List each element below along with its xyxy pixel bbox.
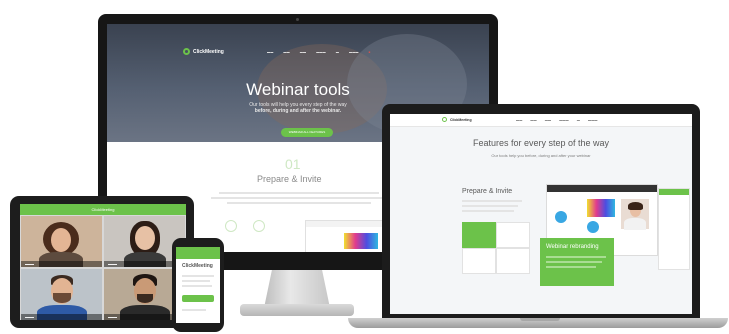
nav-item[interactable]: ▬▬ <box>516 118 522 122</box>
all-features-button[interactable]: WEBINAR ALL FEATURES <box>281 128 333 137</box>
section-title: Prepare & Invite <box>257 174 322 184</box>
text-line <box>462 205 518 207</box>
card-title: Webinar rebranding <box>546 244 599 250</box>
preview-window <box>305 220 387 252</box>
side-panel <box>658 188 690 270</box>
tablet-header: ClickMeeting <box>20 204 186 215</box>
phone-header <box>176 247 220 259</box>
text-line <box>182 285 212 287</box>
top-nav: ClickMeeting ▬▬ ▬▬ ▬▬ ▬▬▬ ▬ ▬▬▬ ■ <box>107 24 489 55</box>
laptop-screen: ClickMeeting ▬▬ ▬▬ ▬▬ ▬▬▬ ▬ ▬▬▬ Features… <box>390 114 692 314</box>
hero-title: Webinar tools <box>246 80 350 99</box>
smartphone: ClickMeeting <box>172 238 224 332</box>
laptop-subtitle: Our tools help you before, during and af… <box>491 153 591 158</box>
phone-logo: ClickMeeting <box>182 263 213 269</box>
section-number: 01 <box>285 156 301 172</box>
video-tile[interactable]: ▬▬▬ <box>21 216 102 267</box>
phone-screen: ClickMeeting <box>176 247 220 323</box>
participant-name-bar: ▬▬▬ <box>21 261 102 267</box>
text-line <box>219 192 379 194</box>
laptop: ClickMeeting ▬▬ ▬▬ ▬▬ ▬▬▬ ▬ ▬▬▬ Features… <box>382 104 700 318</box>
beard <box>137 294 153 303</box>
preview-titlebar <box>547 185 657 192</box>
laptop-title: Features for every step of the way <box>472 138 610 148</box>
logo-text: ClickMeeting <box>193 48 224 55</box>
participant-label: ▬▬▬ <box>25 315 34 319</box>
participant-label: ▬▬▬ <box>108 262 117 266</box>
nav-item[interactable]: ▬▬ <box>300 50 306 54</box>
feature-tile[interactable] <box>496 248 530 274</box>
flag-icon[interactable]: ■ <box>369 50 371 54</box>
text-line <box>462 200 522 202</box>
nav-item[interactable]: ▬▬ <box>545 118 551 122</box>
face <box>51 228 71 252</box>
nav-item[interactable]: ▬ <box>577 118 580 122</box>
clickmeeting-logo[interactable]: ClickMeeting <box>183 48 224 55</box>
nav-item[interactable]: ▬▬▬ <box>316 50 326 54</box>
feature-tile[interactable] <box>496 222 530 248</box>
nav-item[interactable]: ▬ <box>336 50 339 54</box>
tablet: ClickMeeting ▬▬▬ ▬▬▬ ▬▬▬ ▬▬▬ <box>10 196 194 328</box>
video-tile[interactable]: ▬▬▬ <box>21 269 102 320</box>
nav-item[interactable]: ▬▬▬ <box>349 50 359 54</box>
text-line <box>182 309 206 311</box>
laptop-section-title: Prepare & Invite <box>462 188 513 195</box>
text-line <box>211 197 387 199</box>
participant-label: ▬▬▬ <box>25 262 34 266</box>
text-line <box>546 261 602 263</box>
hair <box>628 202 643 210</box>
feature-icon <box>225 220 237 232</box>
camera-dot <box>296 18 299 21</box>
logo-text: ClickMeeting <box>450 117 472 122</box>
color-picker <box>344 233 378 249</box>
tablet-header-title: ClickMeeting <box>91 207 115 212</box>
logo-icon <box>442 117 447 122</box>
face <box>135 226 155 250</box>
preview-header <box>306 221 386 227</box>
nav-item[interactable]: ▬▬ <box>530 118 536 122</box>
color-picker <box>587 199 615 217</box>
nav-item[interactable]: ▬▬ <box>283 50 289 54</box>
text-line <box>546 256 606 258</box>
blue-circle-icon <box>587 221 599 233</box>
nav-menu: ▬▬ ▬▬ ▬▬ ▬▬▬ ▬ ▬▬▬ <box>516 118 598 122</box>
blue-circle-icon <box>555 211 567 223</box>
clickmeeting-logo[interactable]: ClickMeeting <box>442 117 472 122</box>
webinar-rebranding-card[interactable]: Webinar rebranding <box>540 238 614 286</box>
participant-label: ▬▬▬ <box>108 315 117 319</box>
feature-tile-active[interactable] <box>462 222 496 248</box>
laptop-notch <box>520 318 560 321</box>
text-line <box>227 202 371 204</box>
monitor-stand <box>264 270 330 308</box>
text-line <box>462 210 514 212</box>
monitor-base <box>240 304 354 316</box>
nav-menu: ▬▬ ▬▬ ▬▬ ▬▬▬ ▬ ▬▬▬ ■ <box>267 50 371 54</box>
feature-tile[interactable] <box>462 248 496 274</box>
feature-icon <box>253 220 265 232</box>
nav-item[interactable]: ▬▬▬ <box>559 118 569 122</box>
nav-item[interactable]: ▬▬▬ <box>588 118 598 122</box>
side-panel-header <box>659 189 689 195</box>
phone-green-button[interactable] <box>182 295 214 302</box>
shirt <box>624 218 646 230</box>
laptop-nav: ClickMeeting ▬▬ ▬▬ ▬▬ ▬▬▬ ▬ ▬▬▬ <box>390 114 692 127</box>
participant-name-bar: ▬▬▬ <box>21 314 102 320</box>
text-line <box>182 275 214 277</box>
tablet-screen: ClickMeeting ▬▬▬ ▬▬▬ ▬▬▬ ▬▬▬ <box>20 204 186 320</box>
nav-item[interactable]: ▬▬ <box>267 50 273 54</box>
logo-icon <box>183 48 190 55</box>
text-line <box>546 266 596 268</box>
text-line <box>182 280 210 282</box>
beard <box>53 293 71 303</box>
presenter-photo <box>621 199 649 230</box>
